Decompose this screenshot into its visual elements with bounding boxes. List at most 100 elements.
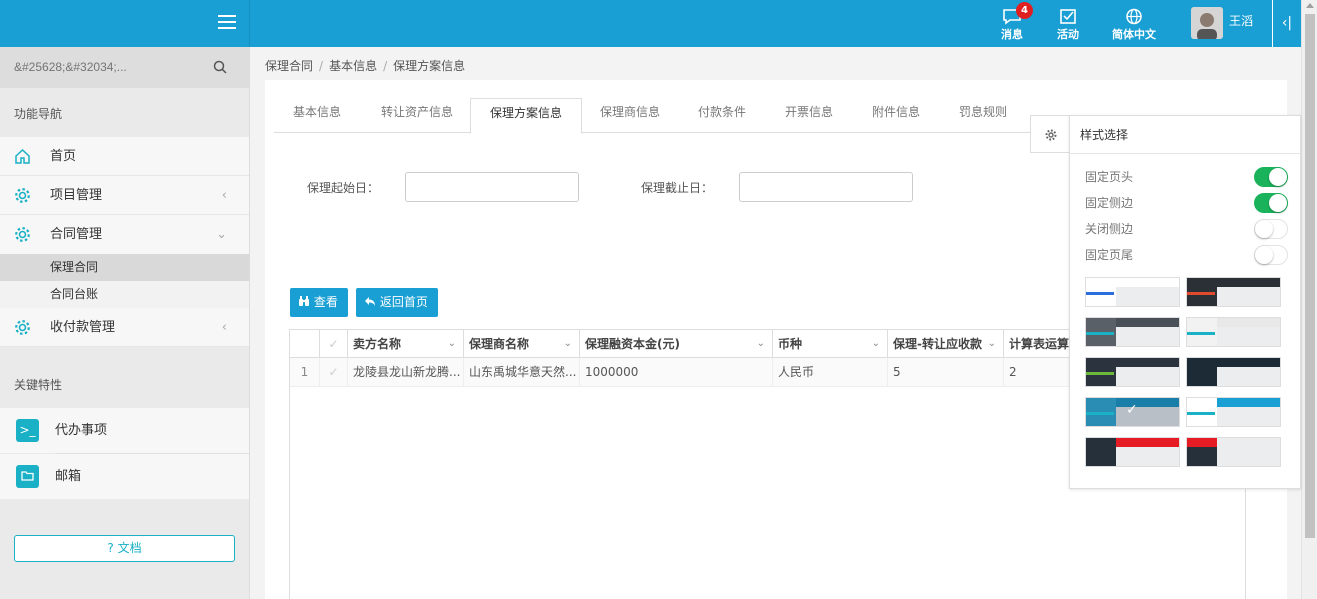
breadcrumb-item: 保理方案信息 — [393, 59, 466, 73]
messages-label: 消息 — [1001, 28, 1023, 41]
nav-heading: 功能导航 — [14, 107, 63, 121]
sidebar-subitem-factoring-contract[interactable]: 保理合同 — [0, 254, 249, 281]
skin-swatch-8[interactable] — [1186, 397, 1281, 427]
column-header-currency[interactable]: 币种 ⌄ — [773, 330, 888, 358]
skin-swatch-6[interactable] — [1186, 357, 1281, 387]
sidebar-item-mailbox[interactable]: 邮箱 — [0, 454, 249, 499]
username[interactable]: 王滔 — [1229, 12, 1253, 29]
style-panel-title: 样式选择 — [1070, 116, 1300, 154]
row-checkbox[interactable]: ✓ — [320, 358, 348, 387]
end-date-input[interactable] — [739, 172, 913, 202]
sidebar-item-todo[interactable]: >_ 代办事项 — [0, 408, 249, 453]
collapse-right-button[interactable]: ‹| — [1272, 0, 1301, 47]
select-all-checkbox[interactable]: ✓ — [320, 330, 348, 358]
tab-payment-terms[interactable]: 付款条件 — [698, 98, 746, 133]
search-input[interactable] — [14, 55, 214, 79]
column-header-rule[interactable]: 计算表运算规 — [1004, 330, 1074, 358]
menu-toggle-icon[interactable] — [218, 15, 236, 29]
style-panel-toggle[interactable] — [1030, 115, 1069, 153]
gear-icon — [15, 188, 30, 203]
sidebar-item-label: 收付款管理 — [50, 320, 116, 335]
skin-swatch-9[interactable] — [1085, 437, 1180, 467]
language-button[interactable]: 简体中文 — [1112, 8, 1156, 42]
end-date-label: 保理截止日： — [641, 181, 714, 195]
tab-factoring-plan[interactable]: 保理方案信息 — [470, 98, 583, 134]
sidebar-item-projects[interactable]: 项目管理 ‹ — [0, 176, 249, 215]
option-fixed-footer: 固定页尾 — [1085, 245, 1288, 265]
sidebar-item-label: 项目管理 — [50, 188, 103, 203]
fixed-sidebar-toggle[interactable] — [1254, 193, 1288, 213]
tab-transferred-assets[interactable]: 转让资产信息 — [381, 98, 453, 133]
tab-attachments[interactable]: 附件信息 — [872, 98, 920, 133]
fixed-footer-toggle[interactable] — [1254, 245, 1288, 265]
top-bar: 4 消息 活动 简体中文 王滔 ‹| — [0, 0, 1301, 47]
docs-button[interactable]: ? 文档 — [14, 535, 235, 562]
breadcrumb-item[interactable]: 基本信息 — [329, 59, 377, 73]
style-panel: 样式选择 固定页头 固定侧边 关闭侧边 固定页尾 ✓ — [1069, 115, 1301, 489]
scroll-up-icon[interactable] — [1306, 3, 1314, 8]
cell-principal: 1000000 — [580, 358, 773, 387]
sidebar: 功能导航 首页 项目管理 ‹ 合同管理 ⌄ 保理合同 合同台账 收付款管理 ‹ … — [0, 47, 250, 599]
chevron-down-icon[interactable]: ⌄ — [564, 330, 572, 358]
sidebar-search — [0, 47, 249, 88]
row-number: 1 — [290, 358, 320, 387]
column-header-receivable[interactable]: 保理-转让应收款 ⌄ — [888, 330, 1004, 358]
fixed-header-toggle[interactable] — [1254, 167, 1288, 187]
chevron-left-icon: ‹ — [221, 188, 227, 203]
scroll-thumb[interactable] — [1305, 14, 1315, 538]
column-header-seller[interactable]: 卖方名称 ⌄ — [348, 330, 464, 358]
view-button[interactable]: 查看 — [290, 288, 348, 317]
breadcrumb-item[interactable]: 保理合同 — [265, 59, 313, 73]
sidebar-subitem-contract-ledger[interactable]: 合同台账 — [0, 281, 249, 308]
skin-swatch-1[interactable] — [1085, 277, 1180, 307]
tab-factor-info[interactable]: 保理商信息 — [600, 98, 660, 133]
home-icon — [15, 148, 30, 164]
chevron-down-icon[interactable]: ⌄ — [448, 330, 456, 358]
sidebar-item-label: 邮箱 — [55, 469, 82, 484]
sidebar-item-contracts[interactable]: 合同管理 ⌄ — [0, 215, 249, 254]
breadcrumb: 保理合同 / 基本信息 / 保理方案信息 — [265, 59, 466, 73]
checkmark-icon: ✓ — [1126, 402, 1138, 418]
avatar[interactable] — [1191, 7, 1223, 39]
sidebar-item-payments[interactable]: 收付款管理 ‹ — [0, 308, 249, 347]
messages-badge: 4 — [1016, 2, 1033, 19]
page-scrollbar[interactable] — [1301, 0, 1317, 599]
tab-penalty-rules[interactable]: 罚息规则 — [959, 98, 1007, 133]
chevron-down-icon[interactable]: ⌄ — [757, 330, 765, 358]
search-icon[interactable] — [213, 60, 227, 74]
skin-swatch-7-selected[interactable]: ✓ — [1085, 397, 1180, 427]
skin-swatch-3[interactable] — [1085, 317, 1180, 347]
skin-swatch-10[interactable] — [1186, 437, 1281, 467]
tab-basic-info[interactable]: 基本信息 — [293, 98, 341, 133]
chevron-down-icon[interactable]: ⌄ — [872, 330, 880, 358]
option-fixed-sidebar: 固定侧边 — [1085, 193, 1288, 213]
cell-currency: 人民币 — [773, 358, 888, 387]
skin-swatch-5[interactable] — [1085, 357, 1180, 387]
option-fixed-header: 固定页头 — [1085, 167, 1288, 187]
chevron-down-icon[interactable]: ⌄ — [988, 330, 996, 358]
start-date-input[interactable] — [405, 172, 579, 202]
messages-button[interactable]: 4 消息 — [1001, 2, 1033, 42]
key-features-heading: 关键特性 — [14, 378, 63, 392]
gear-icon — [1045, 129, 1057, 141]
chevron-down-icon: ⌄ — [216, 227, 227, 242]
cell-rule: 2 — [1009, 365, 1017, 379]
back-home-button[interactable]: 返回首页 — [356, 288, 438, 317]
skin-swatch-4[interactable] — [1186, 317, 1281, 347]
gear-icon — [15, 320, 30, 335]
terminal-icon: >_ — [16, 419, 39, 442]
activity-button[interactable]: 活动 — [1057, 8, 1079, 42]
chevron-left-icon: ‹ — [221, 320, 227, 335]
column-header-factor[interactable]: 保理商名称 ⌄ — [464, 330, 580, 358]
option-close-sidebar: 关闭侧边 — [1085, 219, 1288, 239]
sidebar-item-home[interactable]: 首页 — [0, 137, 249, 176]
reply-icon — [365, 297, 375, 306]
language-label: 简体中文 — [1112, 28, 1156, 41]
checkbox-icon — [1060, 9, 1076, 24]
close-sidebar-toggle[interactable] — [1254, 219, 1288, 239]
column-header-principal[interactable]: 保理融资本金(元) ⌄ — [580, 330, 773, 358]
view-button-label: 查看 — [313, 295, 338, 309]
sidebar-item-label: 首页 — [50, 149, 77, 164]
tab-invoice-info[interactable]: 开票信息 — [785, 98, 833, 133]
skin-swatch-2[interactable] — [1186, 277, 1281, 307]
